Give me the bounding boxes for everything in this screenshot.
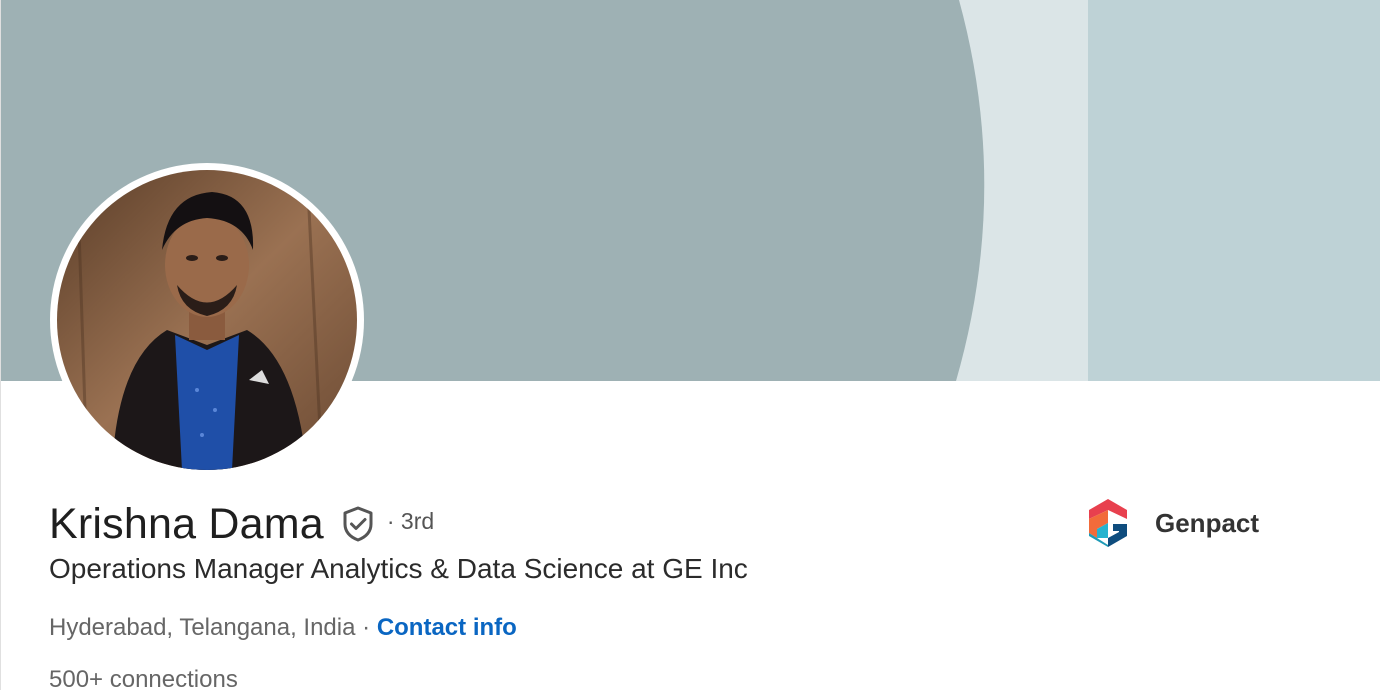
profile-card: Krishna Dama · 3rd Operations Manager An…	[0, 0, 1380, 690]
current-company-link[interactable]: Genpact	[1087, 497, 1259, 549]
location-row: Hyderabad, Telangana, India · Contact in…	[49, 614, 517, 642]
profile-location: Hyderabad, Telangana, India	[49, 614, 356, 641]
profile-headline: Operations Manager Analytics & Data Scie…	[49, 553, 748, 584]
contact-info-link[interactable]: Contact info	[377, 614, 517, 641]
separator: ·	[362, 614, 377, 641]
genpact-logo-icon	[1087, 497, 1129, 549]
company-name: Genpact	[1155, 507, 1260, 538]
connection-degree: · 3rd	[386, 507, 435, 534]
avatar	[57, 170, 357, 470]
verified-shield-icon[interactable]	[338, 504, 378, 544]
profile-photo[interactable]	[50, 163, 364, 477]
profile-name: Krishna Dama	[49, 500, 324, 548]
profile-name-row: Krishna Dama · 3rd	[49, 496, 434, 552]
connections-count[interactable]: 500+ connections	[49, 666, 238, 690]
